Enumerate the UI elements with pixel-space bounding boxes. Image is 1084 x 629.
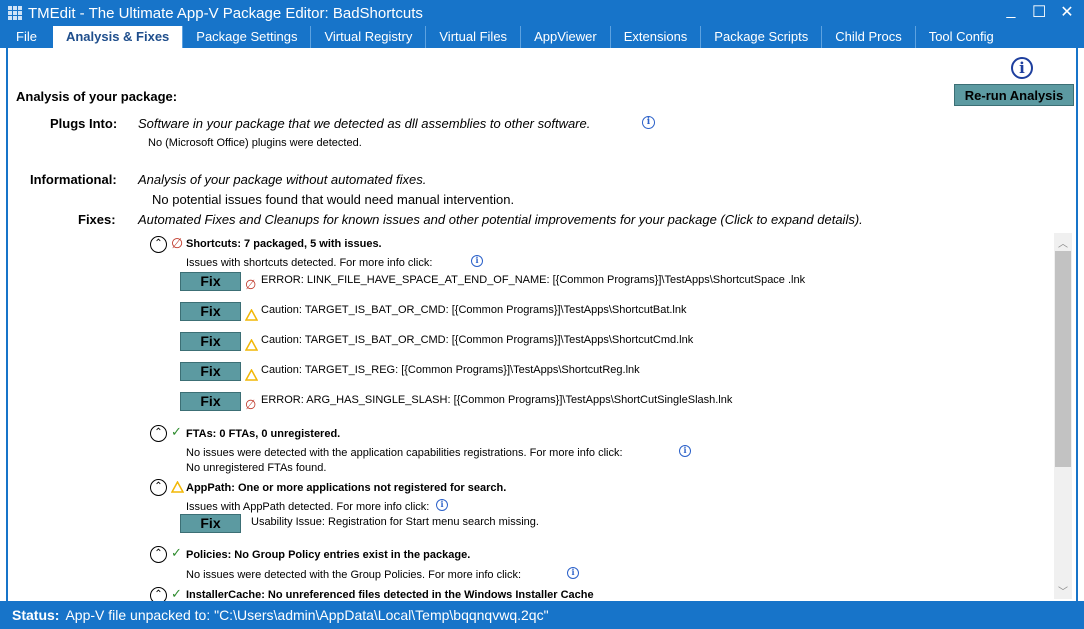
informational-label: Informational: [30, 172, 117, 187]
fix-button[interactable]: Fix [180, 362, 241, 381]
tab-virtual-registry[interactable]: Virtual Registry [310, 26, 425, 48]
shortcuts-title: Shortcuts: 7 packaged, 5 with issues. [186, 238, 382, 250]
ftas-line1: No issues were detected with the applica… [186, 447, 623, 459]
ftas-info-icon[interactable]: i [679, 445, 691, 457]
tab-appviewer[interactable]: AppViewer [520, 26, 610, 48]
plugs-into-description: Software in your package that we detecte… [138, 116, 591, 131]
warning-icon [245, 369, 258, 381]
informational-description: Analysis of your package without automat… [138, 172, 427, 187]
error-icon: ∅ [171, 235, 184, 251]
tab-file[interactable]: File [0, 26, 53, 48]
title-bar: TMEdit - The Ultimate App-V Package Edit… [0, 0, 1084, 26]
apppath-info-icon[interactable]: i [436, 499, 448, 511]
window-title: TMEdit - The Ultimate App-V Package Edit… [28, 4, 423, 22]
tab-package-settings[interactable]: Package Settings [182, 26, 310, 48]
apppath-expand-toggle[interactable]: ⌃ [150, 479, 167, 496]
analysis-panel: i Re-run Analysis Analysis of your packa… [6, 48, 1078, 601]
issue-text: Caution: TARGET_IS_BAT_OR_CMD: [{Common … [261, 334, 694, 346]
installercache-expand-toggle[interactable]: ⌃ [150, 587, 167, 601]
fix-button[interactable]: Fix [180, 332, 241, 351]
shortcuts-expand-toggle[interactable]: ⌃ [150, 236, 167, 253]
policies-line1: No issues were detected with the Group P… [186, 569, 522, 581]
issue-text: Caution: TARGET_IS_REG: [{Common Program… [261, 364, 640, 376]
fix-button[interactable]: Fix [180, 392, 241, 411]
analysis-heading: Analysis of your package: [16, 89, 178, 104]
plugs-into-label: Plugs Into: [50, 116, 118, 131]
fix-button[interactable]: Fix [180, 272, 241, 291]
policies-expand-toggle[interactable]: ⌃ [150, 546, 167, 563]
policies-title: Policies: No Group Policy entries exist … [186, 549, 471, 561]
error-icon: ∅ [245, 397, 257, 412]
app-grid-icon[interactable] [8, 6, 22, 20]
tab-extensions[interactable]: Extensions [609, 26, 701, 48]
installercache-title: InstallerCache: No unreferenced files de… [186, 589, 594, 601]
shortcuts-subtitle: Issues with shortcuts detected. For more… [186, 257, 433, 269]
ftas-title: FTAs: 0 FTAs, 0 unregistered. [186, 428, 341, 440]
check-icon: ✓ [171, 545, 182, 560]
plugs-into-detail: No (Microsoft Office) plugins were detec… [148, 137, 362, 149]
informational-detail: No potential issues found that would nee… [152, 192, 515, 207]
status-label: Status: [12, 607, 60, 623]
fix-button[interactable]: Fix [180, 514, 241, 533]
status-bar: Status: App-V file unpacked to: "C:\User… [0, 601, 1084, 629]
ftas-line2: No unregistered FTAs found. [186, 462, 327, 474]
help-info-icon[interactable]: i [1011, 57, 1033, 79]
vertical-scrollbar[interactable]: ︿ ﹀ [1054, 233, 1072, 599]
issue-text: ERROR: LINK_FILE_HAVE_SPACE_AT_END_OF_NA… [261, 274, 806, 286]
tab-bar: File Analysis & Fixes Package Settings V… [0, 26, 1084, 48]
warning-icon [171, 481, 184, 493]
minimize-icon[interactable]: _ [1004, 2, 1018, 22]
ftas-expand-toggle[interactable]: ⌃ [150, 425, 167, 442]
check-icon: ✓ [171, 586, 182, 601]
tab-analysis-fixes[interactable]: Analysis & Fixes [52, 26, 183, 48]
plugs-into-info-icon[interactable]: i [642, 116, 655, 129]
scroll-down-icon[interactable]: ﹀ [1054, 583, 1072, 598]
tab-virtual-files[interactable]: Virtual Files [425, 26, 520, 48]
warning-icon [245, 339, 258, 351]
fix-button[interactable]: Fix [180, 302, 241, 321]
apppath-title: AppPath: One or more applications not re… [186, 482, 507, 494]
tab-child-procs[interactable]: Child Procs [821, 26, 914, 48]
warning-icon [245, 309, 258, 321]
policies-info-icon[interactable]: i [567, 567, 579, 579]
fixes-label: Fixes: [78, 212, 116, 227]
shortcuts-info-icon[interactable]: i [471, 255, 483, 267]
apppath-line1: Issues with AppPath detected. For more i… [186, 501, 430, 513]
error-icon: ∅ [245, 277, 257, 292]
check-icon: ✓ [171, 424, 182, 439]
tab-tool-config[interactable]: Tool Config [914, 26, 1007, 48]
scrollbar-thumb[interactable] [1055, 251, 1071, 467]
maximize-icon[interactable]: ☐ [1032, 2, 1046, 22]
issue-text: Caution: TARGET_IS_BAT_OR_CMD: [{Common … [261, 304, 687, 316]
tab-package-scripts[interactable]: Package Scripts [700, 26, 821, 48]
issue-text: ERROR: ARG_HAS_SINGLE_SLASH: [{Common Pr… [261, 394, 733, 406]
scroll-up-icon[interactable]: ︿ [1054, 235, 1072, 250]
fixes-description: Automated Fixes and Cleanups for known i… [138, 212, 863, 227]
status-text: App-V file unpacked to: "C:\Users\admin\… [65, 607, 549, 623]
close-icon[interactable]: ✕ [1060, 2, 1074, 22]
rerun-analysis-button[interactable]: Re-run Analysis [954, 84, 1074, 106]
issue-text: Usability Issue: Registration for Start … [251, 516, 539, 528]
